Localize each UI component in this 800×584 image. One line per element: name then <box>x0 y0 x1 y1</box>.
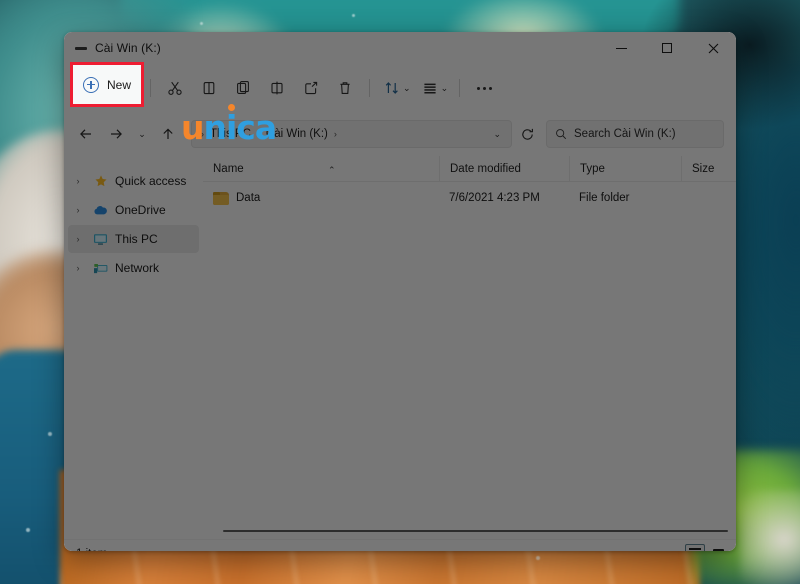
share-button[interactable] <box>294 72 328 104</box>
ellipsis-icon <box>477 87 492 90</box>
minimize-button[interactable] <box>598 32 644 64</box>
wallpaper-sparkle <box>200 22 203 25</box>
search-icon <box>555 128 567 140</box>
network-icon <box>92 260 109 276</box>
up-button[interactable] <box>154 120 182 148</box>
address-bar-row: ⌄ › This PC › Cài Win (K:) › ⌄ <box>64 112 736 156</box>
file-date-cell: 7/6/2021 4:23 PM <box>439 192 569 204</box>
command-bar: New <box>64 64 736 112</box>
wallpaper-sparkle <box>26 528 30 532</box>
plus-circle-icon <box>83 77 99 93</box>
toolbar-divider <box>150 79 151 97</box>
details-view-button[interactable] <box>685 544 705 552</box>
new-button-highlight[interactable]: New <box>70 62 144 107</box>
view-button[interactable]: ⌄ <box>415 72 453 104</box>
wallpaper-sparkle <box>536 556 540 560</box>
window-controls <box>598 32 736 64</box>
see-more-button[interactable] <box>467 72 501 104</box>
copy-button[interactable] <box>192 72 226 104</box>
thumbnail-icon <box>713 549 724 552</box>
sidebar-item-onedrive[interactable]: › OneDrive <box>68 196 199 224</box>
window-title: Cài Win (K:) <box>95 41 161 55</box>
column-header-name-label: Name <box>213 163 244 175</box>
breadcrumb-separator: › <box>198 129 207 139</box>
cloud-icon <box>92 202 109 218</box>
chevron-down-icon: ⌄ <box>441 84 449 93</box>
folder-icon <box>213 192 229 205</box>
desktop-background: Cài Win (K:) New <box>0 0 800 584</box>
sidebar-item-quick-access[interactable]: › Quick access <box>68 167 199 195</box>
sidebar-item-label: Network <box>115 261 159 275</box>
breadcrumb-item-cai-win[interactable]: Cài Win (K:) <box>263 128 331 140</box>
monitor-icon <box>92 231 109 247</box>
chevron-right-icon[interactable]: › <box>70 205 86 215</box>
file-name-cell[interactable]: Data <box>203 192 439 205</box>
new-button-highlighted[interactable]: New <box>83 77 131 93</box>
back-button[interactable] <box>72 120 100 148</box>
chevron-right-icon[interactable]: › <box>70 234 86 244</box>
scrollbar-track[interactable] <box>203 524 734 538</box>
rename-button[interactable] <box>260 72 294 104</box>
refresh-button[interactable] <box>514 120 540 148</box>
search-input[interactable]: Search Cài Win (K:) <box>546 120 724 148</box>
title-bar[interactable]: Cài Win (K:) <box>64 32 736 64</box>
horizontal-scrollbar[interactable] <box>64 523 736 539</box>
chevron-down-icon: ⌄ <box>403 84 411 93</box>
wallpaper-sparkle <box>352 14 355 17</box>
toolbar-divider <box>369 79 370 97</box>
sidebar-item-label: Quick access <box>115 174 186 188</box>
drive-icon <box>74 41 88 55</box>
navigation-pane: › Quick access › OneDrive › <box>64 156 203 523</box>
sidebar-item-network[interactable]: › Network <box>68 254 199 282</box>
new-button-highlight-label: New <box>107 78 131 92</box>
view-toggle-group <box>685 544 728 552</box>
scrollbar-thumb[interactable] <box>223 530 728 532</box>
maximize-button[interactable] <box>644 32 690 64</box>
delete-button[interactable] <box>328 72 362 104</box>
sort-ascending-icon: ⌃ <box>328 157 336 183</box>
file-rows: Data 7/6/2021 4:23 PM File folder <box>203 182 736 523</box>
file-explorer-window: Cài Win (K:) New <box>64 32 736 551</box>
file-name-label: Data <box>236 192 260 204</box>
cut-button[interactable] <box>158 72 192 104</box>
toolbar-divider <box>459 79 460 97</box>
status-bar: 1 item <box>64 539 736 551</box>
list-lines-icon <box>689 548 701 551</box>
breadcrumb-chevron-down-icon[interactable]: ⌄ <box>493 129 507 140</box>
column-headers: Name ⌃ Date modified Type Size <box>203 156 736 182</box>
chevron-right-icon[interactable]: › <box>70 263 86 273</box>
star-icon <box>92 173 109 189</box>
sidebar-item-label: This PC <box>115 232 158 246</box>
search-placeholder: Search Cài Win (K:) <box>574 128 676 140</box>
sort-button[interactable]: ⌄ <box>377 72 415 104</box>
recent-locations-button[interactable]: ⌄ <box>132 120 152 148</box>
column-header-type[interactable]: Type <box>569 156 681 182</box>
table-row[interactable]: Data 7/6/2021 4:23 PM File folder <box>203 186 736 210</box>
breadcrumb-separator: › <box>254 129 263 139</box>
chevron-down-icon: ⌄ <box>138 130 146 139</box>
wallpaper-white-figure <box>740 490 800 584</box>
breadcrumb-item-this-pc[interactable]: This PC <box>207 128 254 140</box>
file-type-cell: File folder <box>569 192 681 204</box>
explorer-body: › Quick access › OneDrive › <box>64 156 736 523</box>
file-list-pane: Name ⌃ Date modified Type Size Data <box>203 156 736 523</box>
column-header-date-modified[interactable]: Date modified <box>439 156 569 182</box>
wallpaper-sparkle <box>48 432 52 436</box>
paste-button[interactable] <box>226 72 260 104</box>
sidebar-item-this-pc[interactable]: › This PC <box>68 225 199 253</box>
large-icons-view-button[interactable] <box>708 544 728 552</box>
column-header-name[interactable]: Name ⌃ <box>203 156 439 182</box>
breadcrumb-separator: › <box>331 129 340 139</box>
column-header-size[interactable]: Size <box>681 156 736 182</box>
close-button[interactable] <box>690 32 736 64</box>
chevron-right-icon[interactable]: › <box>70 176 86 186</box>
item-count-label: 1 item <box>76 548 107 552</box>
forward-button[interactable] <box>102 120 130 148</box>
sidebar-item-label: OneDrive <box>115 203 166 217</box>
breadcrumb[interactable]: › This PC › Cài Win (K:) › ⌄ <box>191 120 512 148</box>
